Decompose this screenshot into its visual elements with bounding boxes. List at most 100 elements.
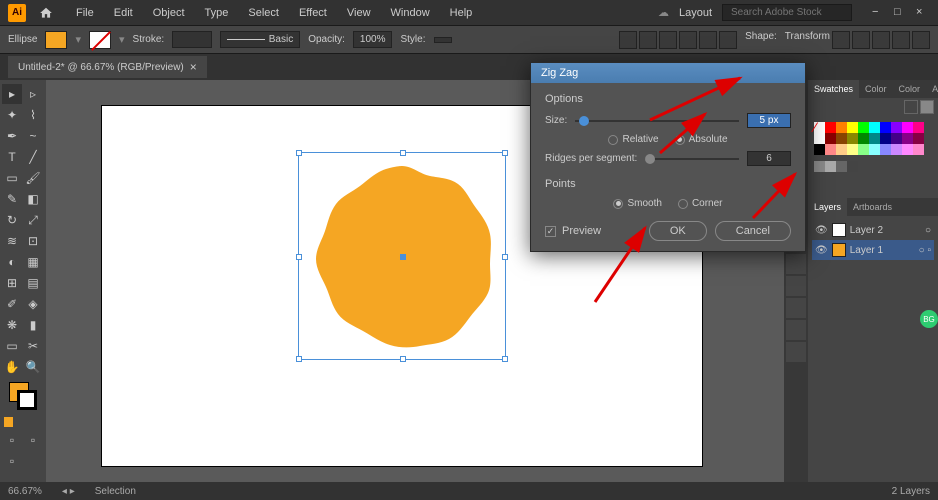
align-btn-1[interactable] bbox=[619, 31, 637, 49]
absolute-radio[interactable]: Absolute bbox=[675, 134, 728, 145]
swatches-grid[interactable]: ⁄ bbox=[808, 116, 938, 178]
extra-btn-3[interactable] bbox=[872, 31, 890, 49]
draw-mode-1[interactable]: ▫ bbox=[2, 430, 22, 450]
size-slider[interactable] bbox=[575, 120, 739, 122]
dialog-titlebar[interactable]: Zig Zag bbox=[531, 63, 805, 83]
swatch-view-list[interactable] bbox=[904, 100, 918, 114]
column-graph-tool[interactable]: ▮ bbox=[23, 315, 43, 335]
document-tab[interactable]: Untitled-2* @ 66.67% (RGB/Preview) × bbox=[8, 56, 207, 78]
extra-btn-5[interactable] bbox=[912, 31, 930, 49]
menu-effect[interactable]: Effect bbox=[291, 3, 335, 23]
eyedropper-tool[interactable]: ✐ bbox=[2, 294, 22, 314]
extra-btn-4[interactable] bbox=[892, 31, 910, 49]
artboard-tool[interactable]: ▭ bbox=[2, 336, 22, 356]
panel-icon-6[interactable] bbox=[786, 276, 806, 296]
menu-file[interactable]: File bbox=[68, 3, 102, 23]
search-input[interactable] bbox=[722, 4, 852, 21]
ridges-slider[interactable] bbox=[645, 158, 739, 160]
swatch-view-grid[interactable] bbox=[920, 100, 934, 114]
corner-radio[interactable]: Corner bbox=[678, 198, 723, 209]
menu-window[interactable]: Window bbox=[383, 3, 438, 23]
draw-mode-2[interactable]: ▫ bbox=[23, 430, 43, 450]
stroke-weight-input[interactable] bbox=[172, 31, 212, 48]
tab-align[interactable]: Align bbox=[926, 80, 938, 98]
tab-color2[interactable]: Color bbox=[893, 80, 927, 98]
pen-tool[interactable]: ✒ bbox=[2, 126, 22, 146]
free-transform-tool[interactable]: ⊡ bbox=[23, 231, 43, 251]
panel-icon-9[interactable] bbox=[786, 342, 806, 362]
selection-tool[interactable]: ▸ bbox=[2, 84, 22, 104]
smooth-radio[interactable]: Smooth bbox=[613, 198, 661, 209]
menu-type[interactable]: Type bbox=[197, 3, 237, 23]
hand-tool[interactable]: ✋ bbox=[2, 357, 22, 377]
size-input[interactable] bbox=[747, 113, 791, 128]
direct-selection-tool[interactable]: ▹ bbox=[23, 84, 43, 104]
shaper-tool[interactable]: ✎ bbox=[2, 189, 22, 209]
tab-swatches[interactable]: Swatches bbox=[808, 80, 859, 98]
visibility-icon[interactable]: 👁 bbox=[815, 225, 828, 236]
align-btn-6[interactable] bbox=[719, 31, 737, 49]
slice-tool[interactable]: ✂ bbox=[23, 336, 43, 356]
extra-btn-1[interactable] bbox=[832, 31, 850, 49]
extra-btn-2[interactable] bbox=[852, 31, 870, 49]
align-btn-4[interactable] bbox=[679, 31, 697, 49]
ridges-input[interactable] bbox=[747, 151, 791, 166]
style-dropdown[interactable] bbox=[434, 37, 452, 43]
width-tool[interactable]: ≋ bbox=[2, 231, 22, 251]
badge-icon[interactable]: BG bbox=[920, 310, 938, 328]
align-btn-3[interactable] bbox=[659, 31, 677, 49]
fill-color-swatch[interactable] bbox=[45, 31, 67, 49]
menu-select[interactable]: Select bbox=[240, 3, 287, 23]
align-btn-2[interactable] bbox=[639, 31, 657, 49]
cancel-button[interactable]: Cancel bbox=[715, 221, 791, 241]
lasso-tool[interactable]: ⌇ bbox=[23, 105, 43, 125]
magic-wand-tool[interactable]: ✦ bbox=[2, 105, 22, 125]
tab-color[interactable]: Color bbox=[859, 80, 893, 98]
blend-tool[interactable]: ◈ bbox=[23, 294, 43, 314]
menu-edit[interactable]: Edit bbox=[106, 3, 141, 23]
brush-dropdown[interactable]: Basic bbox=[220, 31, 300, 48]
tab-artboards[interactable]: Artboards bbox=[847, 198, 898, 216]
symbol-sprayer-tool[interactable]: ❋ bbox=[2, 315, 22, 335]
gradient-tool[interactable]: ▤ bbox=[23, 273, 43, 293]
relative-radio[interactable]: Relative bbox=[608, 134, 658, 145]
align-btn-5[interactable] bbox=[699, 31, 717, 49]
layout-dropdown[interactable]: Layout bbox=[679, 7, 712, 19]
zoom-tool[interactable]: 🔍 bbox=[23, 357, 43, 377]
shape-builder-tool[interactable]: ◐ bbox=[2, 252, 22, 272]
curvature-tool[interactable]: ~ bbox=[23, 126, 43, 146]
none-mode-btn[interactable] bbox=[33, 417, 42, 427]
line-tool[interactable]: ╱ bbox=[23, 147, 43, 167]
gradient-mode-btn[interactable] bbox=[18, 417, 27, 427]
shape-btn-label[interactable]: Shape: bbox=[745, 31, 777, 49]
paintbrush-tool[interactable]: 🖌 bbox=[23, 168, 43, 188]
ellipse-shape[interactable] bbox=[302, 156, 502, 356]
opacity-value[interactable]: 100% bbox=[353, 31, 393, 48]
perspective-tool[interactable]: ▦ bbox=[23, 252, 43, 272]
zoom-level[interactable]: 66.67% bbox=[8, 486, 42, 497]
rotate-tool[interactable]: ↻ bbox=[2, 210, 22, 230]
eraser-tool[interactable]: ◧ bbox=[23, 189, 43, 209]
tab-layers[interactable]: Layers bbox=[808, 198, 847, 216]
layer-item-1[interactable]: 👁 Layer 1 ○ ▫ bbox=[812, 240, 934, 260]
minimize-icon[interactable]: − bbox=[872, 6, 886, 20]
panel-icon-5[interactable] bbox=[786, 254, 806, 274]
color-mode-btn[interactable] bbox=[4, 417, 13, 427]
screen-mode[interactable]: ▫ bbox=[2, 451, 22, 471]
fill-stroke-indicator[interactable] bbox=[9, 382, 37, 410]
maximize-icon[interactable]: □ bbox=[894, 6, 908, 20]
preview-checkbox[interactable]: ✓ bbox=[545, 226, 556, 237]
rectangle-tool[interactable]: ▭ bbox=[2, 168, 22, 188]
home-icon[interactable] bbox=[36, 3, 56, 23]
visibility-icon[interactable]: 👁 bbox=[815, 245, 828, 256]
panel-icon-7[interactable] bbox=[786, 298, 806, 318]
stroke-color-swatch[interactable] bbox=[89, 31, 111, 49]
menu-help[interactable]: Help bbox=[442, 3, 481, 23]
panel-icon-8[interactable] bbox=[786, 320, 806, 340]
type-tool[interactable]: T bbox=[2, 147, 22, 167]
close-icon[interactable]: × bbox=[916, 6, 930, 20]
mesh-tool[interactable]: ⊞ bbox=[2, 273, 22, 293]
menu-object[interactable]: Object bbox=[145, 3, 193, 23]
layer-item-2[interactable]: 👁 Layer 2 ○ bbox=[812, 220, 934, 240]
tab-close-icon[interactable]: × bbox=[190, 60, 197, 74]
